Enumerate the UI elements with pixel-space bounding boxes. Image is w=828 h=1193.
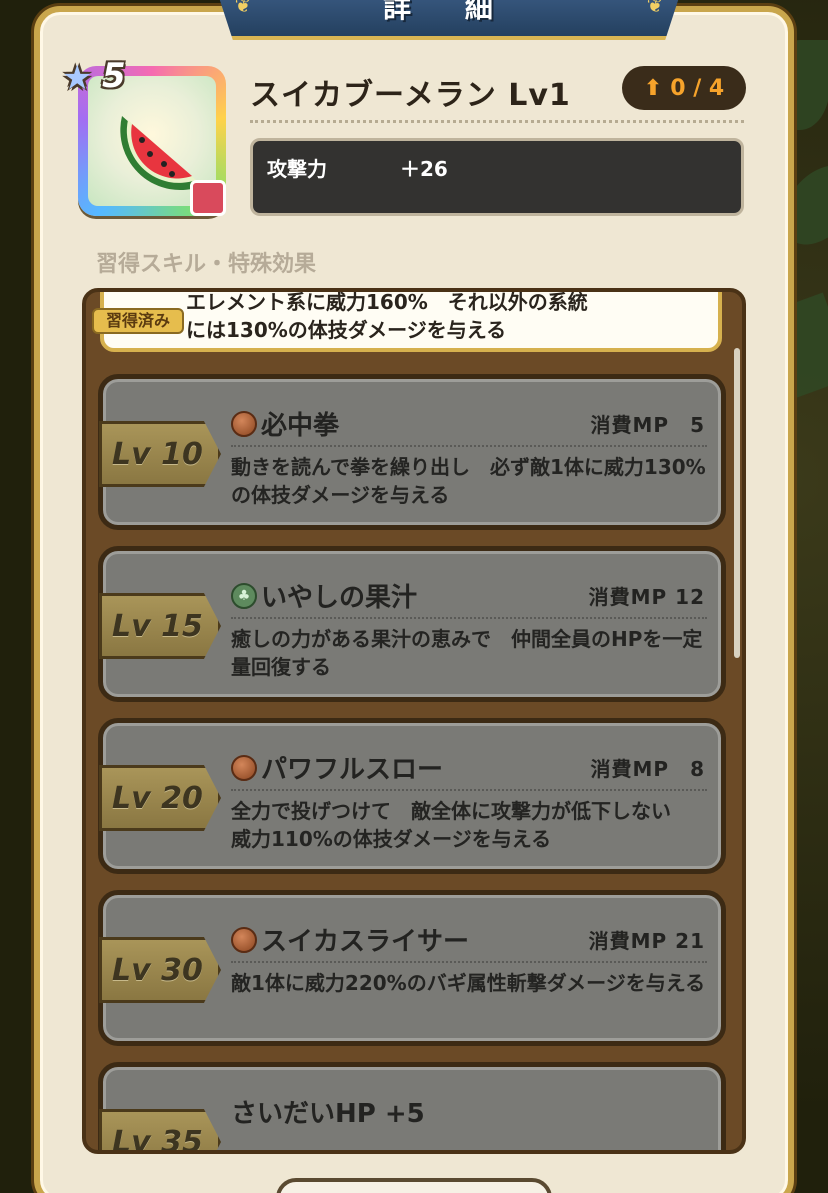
skill-description: 癒しの力がある果汁の恵みで 仲間全員のHPを一定量回復する (231, 627, 703, 679)
skill-name: さいだいHP +5 (231, 1093, 425, 1130)
skill-description: 敵1体に威力220%のバギ属性斬撃ダメージを与える (231, 971, 706, 995)
upgrade-counter[interactable]: ⬆ 0 / 4 (622, 66, 746, 110)
skill-card[interactable]: Lv 30 スイカスライサー 消費MP 21 敵1体に威力220%のバギ属性斬撃… (98, 890, 726, 1046)
skills-list[interactable]: エレメント系に威力160% それ以外の系統 には130%の体技ダメージを与える … (82, 288, 746, 1154)
section-label: 習得スキル・特殊効果 (96, 252, 317, 277)
skill-card[interactable]: Lv 20 パワフルスロー 消費MP 8 全力で投げつけて 敵全体に攻撃力が低下… (98, 718, 726, 874)
fist-icon (231, 410, 257, 437)
skill-level: Lv 35 (99, 1109, 221, 1150)
heal-icon: ♣ (231, 582, 257, 609)
rarity-value: 5 (102, 56, 126, 96)
skill-level: Lv 20 (99, 765, 221, 831)
rarity-indicator: ★ 5 (62, 56, 142, 102)
bottom-button[interactable] (276, 1178, 552, 1193)
fist-icon (231, 926, 257, 953)
divider (231, 617, 707, 619)
skill-name-text: いやしの果汁 (261, 583, 418, 613)
skill-mp: 消費MP 21 (588, 929, 705, 953)
skill-mp: 消費MP 8 (590, 757, 705, 781)
acquired-badge: 習得済み (92, 308, 184, 334)
skill-card[interactable]: Lv 35 さいだいHP +5 (98, 1062, 726, 1150)
boomerang-type-icon (190, 180, 226, 216)
skill-name-text: パワフルスロー (261, 755, 444, 785)
skill-description: 全力で投げつけて 敵全体に攻撃力が低下しない 威力110%の体技ダメージを与える (231, 799, 691, 851)
skill-level: Lv 30 (99, 937, 221, 1003)
skill-name-text: さいだいHP +5 (231, 1099, 425, 1129)
divider (250, 120, 744, 123)
skill-mp: 消費MP 12 (588, 585, 705, 609)
skill-mp: 消費MP 5 (590, 413, 705, 437)
upgrade-value: 0 / 4 (670, 75, 725, 101)
divider (231, 789, 707, 791)
skill-name: ♣ いやしの果汁 (231, 577, 417, 614)
skill-name: 必中拳 (231, 405, 339, 442)
page-title: 詳 細 (383, 0, 515, 24)
stat-label: 攻撃力 (267, 157, 327, 181)
acquired-line-1: エレメント系に威力160% それ以外の系統 (186, 290, 588, 314)
skill-description: 動きを読んで拳を繰り出し 必ず敵1体に威力130%の体技ダメージを与える (231, 455, 706, 507)
fist-icon (231, 754, 257, 781)
fleur-right-icon: ❦ (646, 0, 664, 17)
scrollbar[interactable] (734, 348, 740, 658)
skill-name: パワフルスロー (231, 749, 443, 786)
skill-name: スイカスライサー (231, 921, 469, 958)
stat-box: 攻撃力 ＋26 (250, 138, 744, 216)
item-name: スイカブーメラン Lv1 (250, 78, 571, 113)
skill-card[interactable]: Lv 10 必中拳 消費MP 5 動きを読んで拳を繰り出し 必ず敵1体に威力13… (98, 374, 726, 530)
skill-level: Lv 15 (99, 593, 221, 659)
skill-level: Lv 10 (99, 421, 221, 487)
acquired-line-2: には130%の体技ダメージを与える (186, 318, 507, 342)
stat-value: ＋26 (399, 157, 448, 181)
acquired-effect: エレメント系に威力160% それ以外の系統 には130%の体技ダメージを与える (100, 290, 722, 352)
arrow-up-icon: ⬆ (643, 75, 663, 101)
skill-name-text: スイカスライサー (261, 927, 470, 957)
divider (231, 961, 707, 963)
star-icon: ★ (62, 58, 93, 98)
skill-card[interactable]: Lv 15 ♣ いやしの果汁 消費MP 12 癒しの力がある果汁の恵みで 仲間全… (98, 546, 726, 702)
divider (231, 445, 707, 447)
skill-name-text: 必中拳 (261, 411, 340, 441)
title-plate: ❦ 詳 細 ❦ (214, 0, 684, 40)
